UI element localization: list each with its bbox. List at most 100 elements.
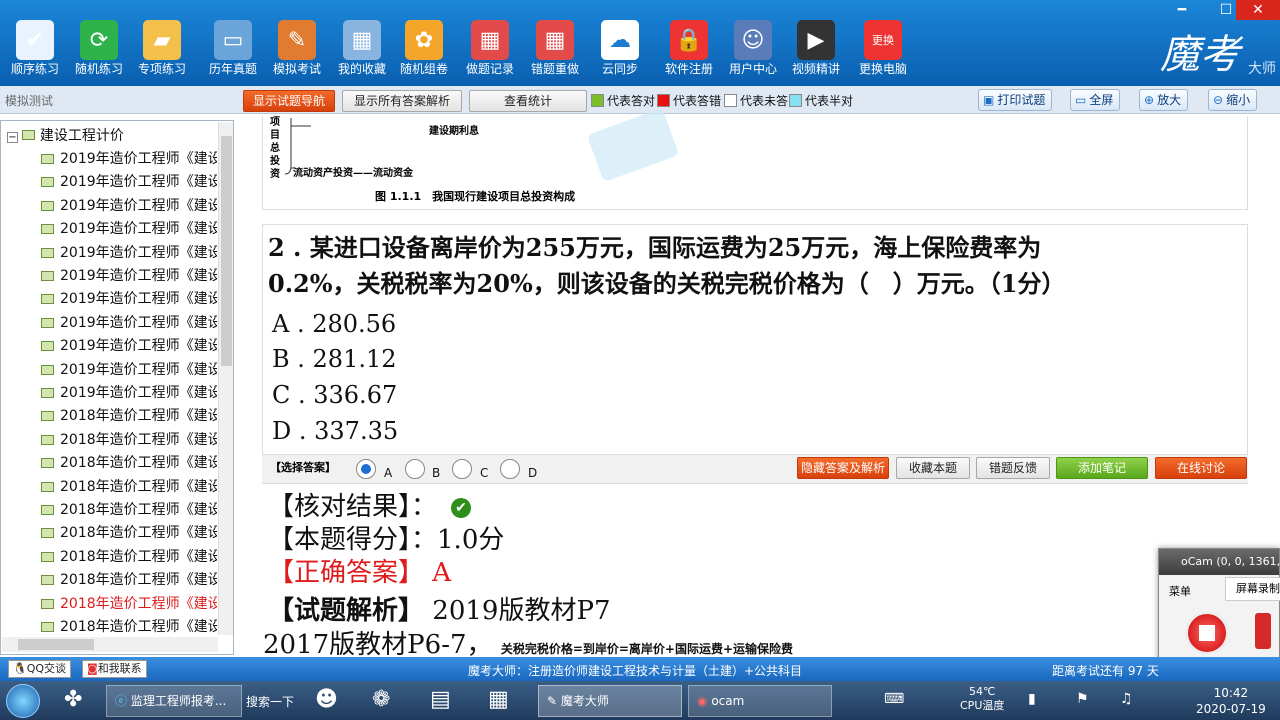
tree-item[interactable]: 2018年造价工程师《建设: [41, 616, 217, 636]
close-button[interactable]: ✕: [1236, 0, 1280, 20]
box-icon[interactable]: ▤: [430, 687, 451, 712]
question-tree[interactable]: − 建设工程计价 2019年造价工程师《建设 2019年造价工程师《建设 2019年…: [0, 120, 234, 655]
tree-item[interactable]: 2018年造价工程师《建设: [41, 522, 217, 542]
speaker-icon[interactable]: ♫: [1120, 691, 1133, 707]
toolbar-button-14[interactable]: 更换 更换电脑: [852, 14, 914, 80]
baidu-cloud-icon[interactable]: ❁: [372, 687, 390, 712]
file-icon: [41, 598, 54, 609]
search-link[interactable]: 搜索一下: [246, 693, 294, 710]
window-icon: ▭: [214, 20, 252, 60]
tree-item[interactable]: 2019年造价工程师《建设: [41, 171, 217, 191]
qq-chat-button[interactable]: 🐧QQ交谈: [8, 660, 72, 678]
tree-item-label: 2019年造价工程师《建设: [60, 314, 217, 331]
tree-item[interactable]: 2019年造价工程师《建设: [41, 265, 217, 285]
tree-item[interactable]: 2018年造价工程师《建设: [41, 569, 217, 589]
tree-item[interactable]: 2019年造价工程师《建设: [41, 312, 217, 332]
radio-a[interactable]: [356, 459, 376, 479]
taskbar-ocam[interactable]: ◉ ocam: [688, 685, 832, 717]
tree-root[interactable]: − 建设工程计价: [7, 125, 124, 145]
toolbar-button-10[interactable]: ☁ 云同步: [589, 14, 651, 80]
tree-vertical-scrollbar[interactable]: [218, 122, 233, 635]
tree-item[interactable]: 2018年造价工程师《建设: [41, 405, 217, 425]
zoom-out-icon: ⊖: [1213, 93, 1224, 107]
toolbar-button-label: 云同步: [601, 62, 638, 76]
tree-item[interactable]: 2018年造价工程师《建设: [41, 546, 217, 566]
feedback-button[interactable]: 错题反馈: [976, 457, 1050, 479]
notification-icon[interactable]: ⚑: [1076, 691, 1089, 707]
radio-b[interactable]: [405, 459, 425, 479]
show-all-analysis-button[interactable]: 显示所有答案解析: [342, 90, 462, 112]
fullscreen-button[interactable]: ▭ 全屏: [1070, 89, 1121, 111]
tree-item[interactable]: 2019年造价工程师《建设: [41, 288, 217, 308]
tree-item[interactable]: 2019年造价工程师《建设: [41, 195, 217, 215]
tree-item[interactable]: 2018年造价工程师《建设: [41, 593, 217, 613]
pause-icon[interactable]: [1255, 613, 1271, 649]
tree-item[interactable]: 2019年造价工程师《建设: [41, 359, 217, 379]
toolbar-button-8[interactable]: ▦ 做题记录: [459, 14, 521, 80]
legend-half: 代表半对: [789, 93, 853, 108]
toolbar-button-6[interactable]: ▦ 我的收藏: [331, 14, 393, 80]
toolbar-button-label: 随机练习: [74, 62, 123, 76]
scroll-thumb[interactable]: [221, 136, 232, 366]
radio-c[interactable]: [452, 459, 472, 479]
zoom-in-button[interactable]: ⊕ 放大: [1139, 89, 1189, 111]
ocam-tab[interactable]: 屏幕录制: [1225, 577, 1280, 601]
tree-horizontal-scrollbar[interactable]: [2, 637, 218, 652]
toolbar-button-5[interactable]: ✎ 模拟考试: [266, 14, 328, 80]
add-note-button[interactable]: 添加笔记: [1056, 457, 1148, 479]
tray-network-icon[interactable]: ⌨: [884, 691, 904, 707]
stop-square: [1199, 625, 1215, 641]
toolbar-button-9[interactable]: ▦ 错题重做: [524, 14, 586, 80]
windmill-icon[interactable]: ✤: [64, 687, 92, 715]
discuss-button[interactable]: 在线讨论: [1155, 457, 1247, 479]
tree-item-label: 2018年造价工程师《建设: [60, 525, 217, 542]
zoom-out-button[interactable]: ⊖ 缩小: [1208, 89, 1258, 111]
stop-record-icon[interactable]: [1185, 611, 1229, 655]
battery-icon[interactable]: ▮: [1028, 691, 1036, 707]
penguin-icon[interactable]: ☻: [315, 687, 338, 712]
toolbar-button-3[interactable]: ▰ 专项练习: [131, 14, 193, 80]
collapse-icon[interactable]: −: [7, 132, 18, 143]
radio-d-label: D: [528, 466, 538, 480]
start-button[interactable]: [6, 684, 40, 718]
file-icon: [41, 247, 54, 258]
tree-item[interactable]: 2019年造价工程师《建设: [41, 218, 217, 238]
radio-d[interactable]: [500, 459, 520, 479]
hide-analysis-button[interactable]: 隐藏答案及解析: [797, 457, 889, 479]
file-icon: [41, 575, 54, 586]
tree-item[interactable]: 2018年造价工程师《建设: [41, 452, 217, 472]
toolbar-button-11[interactable]: 🔒 软件注册: [658, 14, 720, 80]
toolbar-button-4[interactable]: ▭ 历年真题: [202, 14, 264, 80]
apps-icon[interactable]: ▦: [488, 687, 509, 712]
tree-item[interactable]: 2018年造价工程师《建设: [41, 429, 217, 449]
toolbar-button-12[interactable]: ☺ 用户中心: [722, 14, 784, 80]
collect-button[interactable]: 收藏本题: [896, 457, 970, 479]
radio-c-label: C: [480, 466, 489, 480]
contact-button[interactable]: ◙和我联系: [82, 660, 147, 678]
tree-item-label: 2018年造价工程师《建设: [60, 548, 217, 565]
tree-item[interactable]: 2019年造价工程师《建设: [41, 148, 217, 168]
tree-item[interactable]: 2019年造价工程师《建设: [41, 335, 217, 355]
show-nav-button[interactable]: 显示试题导航: [243, 90, 335, 112]
ocam-icon: ◉: [697, 694, 708, 708]
toolbar-button-13[interactable]: ▶ 视频精讲: [785, 14, 847, 80]
tree-item-label: 2019年造价工程师《建设: [60, 244, 217, 261]
toolbar-button-7[interactable]: ✿ 随机组卷: [393, 14, 455, 80]
tree-item[interactable]: 2019年造价工程师《建设: [41, 382, 217, 402]
tree-item[interactable]: 2018年造价工程师《建设: [41, 476, 217, 496]
taskbar-ie[interactable]: ⓔ 监理工程师报考...: [106, 685, 242, 717]
print-button[interactable]: ▣ 打印试题: [978, 89, 1053, 111]
toolbar-button-1[interactable]: ✔ 顺序练习: [4, 14, 66, 80]
toolbar-button-2[interactable]: ⟳ 随机练习: [68, 14, 130, 80]
check-result: 【核对结果】： ✔: [268, 486, 472, 523]
minimize-button[interactable]: ━: [1160, 0, 1204, 20]
taskbar-mokao[interactable]: ✎ 魔考大师: [538, 685, 682, 717]
clock[interactable]: 10:42 2020-07-19: [1196, 685, 1266, 717]
zoom-in-icon: ⊕: [1144, 93, 1155, 107]
tree-item[interactable]: 2018年造价工程师《建设: [41, 499, 217, 519]
view-stats-button[interactable]: 查看统计: [469, 90, 587, 112]
tree-item[interactable]: 2019年造价工程师《建设: [41, 242, 217, 262]
ocam-menu[interactable]: 菜单: [1169, 583, 1191, 599]
option-a: A . 280.56: [272, 310, 397, 338]
scroll-thumb[interactable]: [18, 639, 94, 650]
